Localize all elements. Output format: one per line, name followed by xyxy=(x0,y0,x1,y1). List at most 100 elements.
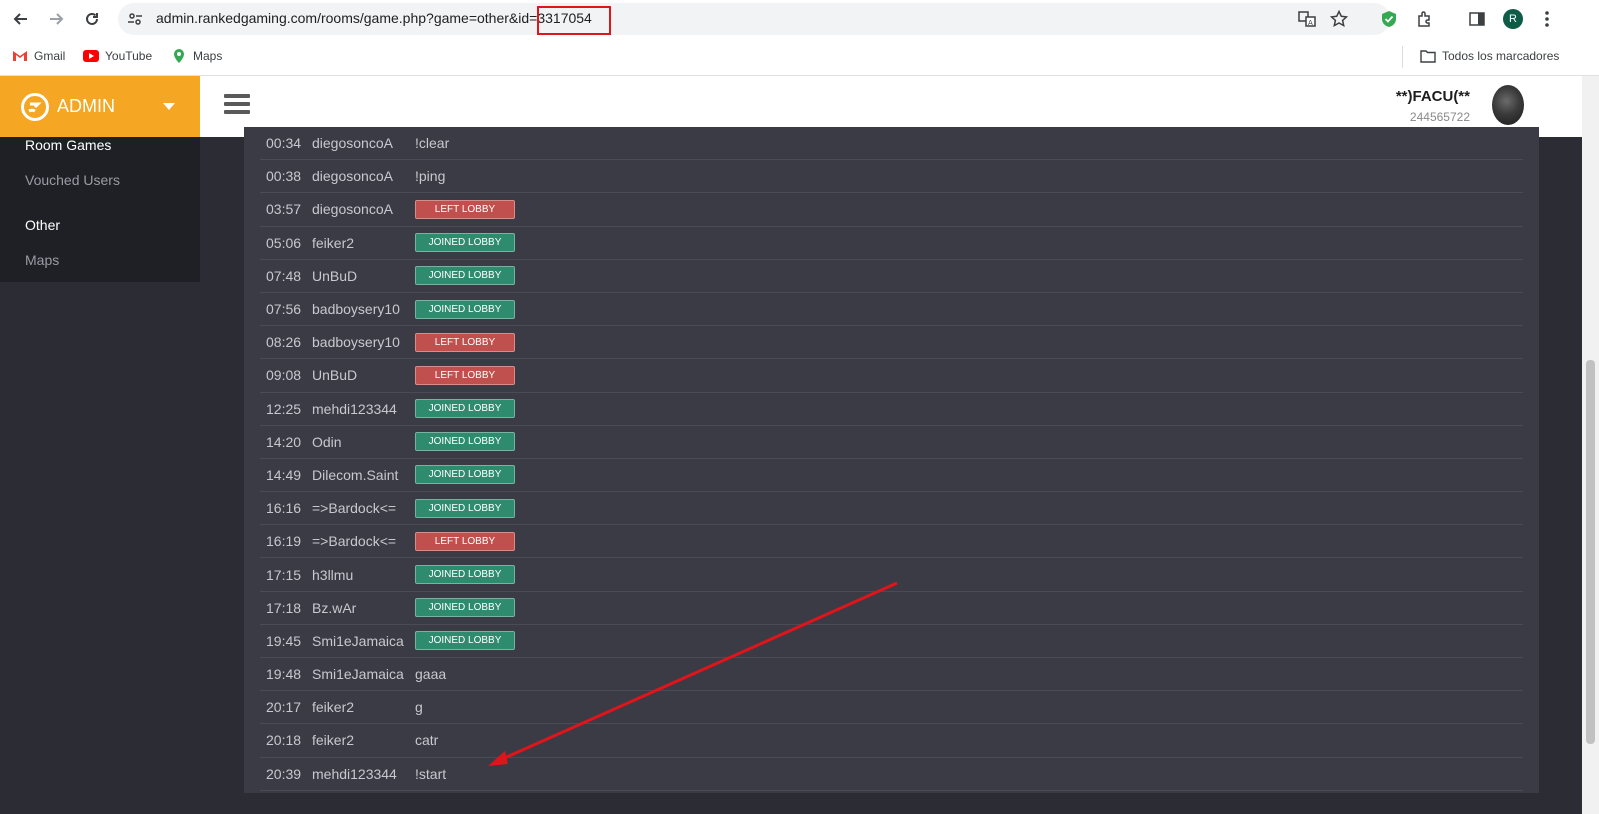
chat-row: 14:49 Dilecom.Saint JOINED LOBBY xyxy=(260,459,1523,493)
chat-time: 20:39 xyxy=(266,765,302,782)
profile-avatar-button[interactable]: R xyxy=(1502,8,1524,30)
chat-row: 20:18 feiker2 catr xyxy=(260,724,1523,758)
chat-time: 12:25 xyxy=(266,400,302,417)
chat-username[interactable]: Smi1eJamaica xyxy=(312,633,404,649)
chat-time: 08:26 xyxy=(266,334,302,351)
chat-time: 07:56 xyxy=(266,301,302,318)
chat-username[interactable]: badboysery10 xyxy=(312,301,400,317)
bookmark-label: YouTube xyxy=(105,49,153,63)
forward-arrow-icon xyxy=(50,13,64,25)
chat-username[interactable]: feiker2 xyxy=(312,732,354,748)
chat-row: 19:45 Smi1eJamaica JOINED LOBBY xyxy=(260,625,1523,658)
sidebar-heading-other: Other xyxy=(25,217,61,233)
chat-time: 05:06 xyxy=(266,234,302,251)
main-content: 00:34 diegosoncoA !clear 00:38 diegosoncoA !p… xyxy=(200,127,1582,814)
chat-time: 17:15 xyxy=(266,566,302,583)
chat-message: !start xyxy=(415,765,447,782)
joined-lobby-badge: JOINED LOBBY xyxy=(415,299,515,319)
sidebar-item-maps[interactable]: Maps xyxy=(25,252,59,268)
caret-down-icon[interactable] xyxy=(163,103,175,110)
browser-menu-icon[interactable] xyxy=(1536,8,1558,30)
chat-time: 00:34 xyxy=(266,135,302,152)
all-bookmarks-label: Todos los marcadores xyxy=(1442,49,1560,63)
chat-row: 09:08 UnBuD LEFT LOBBY xyxy=(260,359,1523,393)
chat-time: 20:17 xyxy=(266,699,302,716)
user-avatar[interactable] xyxy=(1492,85,1524,125)
chat-username[interactable]: Smi1eJamaica xyxy=(312,666,404,682)
chat-time: 19:45 xyxy=(266,632,302,649)
joined-lobby-badge: JOINED LOBBY xyxy=(415,598,515,618)
bookmark-label: Maps xyxy=(193,49,223,63)
reload-button[interactable] xyxy=(80,7,104,31)
chat-username[interactable]: mehdi123344 xyxy=(312,766,397,782)
chat-username[interactable]: feiker2 xyxy=(312,235,354,251)
left-lobby-badge: LEFT LOBBY xyxy=(415,531,515,551)
site-settings-icon[interactable] xyxy=(124,8,146,30)
translate-icon[interactable]: A xyxy=(1296,8,1318,30)
forward-button[interactable] xyxy=(44,7,68,31)
chat-username[interactable]: mehdi123344 xyxy=(312,401,397,417)
chat-message: catr xyxy=(415,732,439,749)
chat-username[interactable]: feiker2 xyxy=(312,699,354,715)
user-name[interactable]: **)FACU(** xyxy=(1396,88,1470,105)
chat-message: !clear xyxy=(415,135,450,152)
left-lobby-badge: LEFT LOBBY xyxy=(415,199,515,219)
brand-title: ADMIN xyxy=(57,96,115,116)
chat-row: 08:26 badboysery10 LEFT LOBBY xyxy=(260,326,1523,360)
url-id-highlight-box xyxy=(537,6,611,35)
left-lobby-badge: LEFT LOBBY xyxy=(415,365,515,385)
shield-extension-icon[interactable] xyxy=(1378,8,1400,30)
extensions-puzzle-icon[interactable] xyxy=(1414,8,1436,30)
chat-message: gaaa xyxy=(415,666,447,683)
chat-time: 17:18 xyxy=(266,599,302,616)
chat-time: 19:48 xyxy=(266,666,302,683)
chat-username[interactable]: Odin xyxy=(312,434,342,450)
all-bookmarks-button[interactable]: Todos los marcadores xyxy=(1420,48,1559,64)
bookmarks-divider xyxy=(1402,46,1403,68)
chat-row: 14:20 Odin JOINED LOBBY xyxy=(260,426,1523,459)
bookmark-gmail[interactable]: Gmail xyxy=(12,48,65,64)
brand-header[interactable]: ADMIN xyxy=(0,76,200,137)
joined-lobby-badge: JOINED LOBBY xyxy=(415,432,515,452)
folder-icon xyxy=(1420,48,1436,64)
chat-row: 16:16 =>Bardock<= JOINED LOBBY xyxy=(260,492,1523,526)
url-text[interactable]: admin.rankedgaming.com/rooms/game.php?ga… xyxy=(156,10,592,26)
sidebar-item-room-games[interactable]: Room Games xyxy=(25,137,111,153)
scrollbar-thumb[interactable] xyxy=(1586,360,1595,744)
chat-time: 16:19 xyxy=(266,533,302,550)
bookmark-youtube[interactable]: YouTube xyxy=(83,48,152,64)
chat-username[interactable]: h3llmu xyxy=(312,567,353,583)
chat-username[interactable]: diegosoncoA xyxy=(312,135,393,151)
joined-lobby-badge: JOINED LOBBY xyxy=(415,631,515,651)
chat-time: 00:38 xyxy=(266,168,302,185)
chat-row: 00:38 diegosoncoA !ping xyxy=(260,160,1523,194)
chat-row: 00:34 diegosoncoA !clear xyxy=(260,127,1523,161)
bookmark-maps[interactable]: Maps xyxy=(171,48,222,64)
bookmark-star-icon[interactable] xyxy=(1328,8,1350,30)
chat-row: 07:56 badboysery10 JOINED LOBBY xyxy=(260,293,1523,327)
sidebar-menu: Room Games Vouched Users Other Maps xyxy=(0,137,200,282)
left-lobby-badge: LEFT LOBBY xyxy=(415,332,515,352)
chat-username[interactable]: Dilecom.Saint xyxy=(312,467,398,483)
chat-username[interactable]: =>Bardock<= xyxy=(312,533,396,549)
bookmarks-bar: Gmail YouTube Maps Todos los marcadores xyxy=(0,38,1599,76)
chat-username[interactable]: Bz.wAr xyxy=(312,600,356,616)
chat-username[interactable]: UnBuD xyxy=(312,367,357,383)
chat-username[interactable]: =>Bardock<= xyxy=(312,500,396,516)
bookmark-label: Gmail xyxy=(34,49,66,63)
page-scrollbar[interactable] xyxy=(1582,76,1599,814)
chat-username[interactable]: diegosoncoA xyxy=(312,168,393,184)
hamburger-menu-icon[interactable] xyxy=(224,94,250,118)
back-button[interactable] xyxy=(9,7,33,31)
sidebar-item-vouched-users[interactable]: Vouched Users xyxy=(25,172,120,188)
chat-time: 14:49 xyxy=(266,466,302,483)
browser-toolbar: admin.rankedgaming.com/rooms/game.php?ga… xyxy=(0,0,1599,38)
side-panel-icon[interactable] xyxy=(1466,8,1488,30)
chat-message: g xyxy=(415,699,423,716)
chat-row: 20:17 feiker2 g xyxy=(260,691,1523,725)
chat-username[interactable]: UnBuD xyxy=(312,268,357,284)
rankedgaming-logo-icon xyxy=(21,93,49,121)
youtube-icon xyxy=(83,48,99,64)
chat-username[interactable]: diegosoncoA xyxy=(312,201,393,217)
chat-username[interactable]: badboysery10 xyxy=(312,334,400,350)
